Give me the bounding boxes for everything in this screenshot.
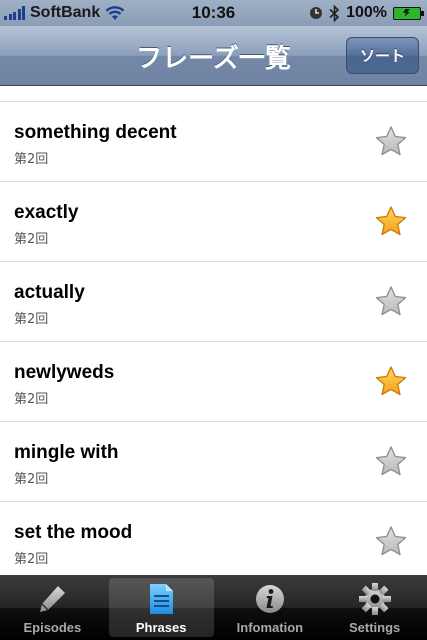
list-item[interactable]: mingle with 第2回	[0, 422, 427, 502]
star-outline-icon[interactable]	[374, 525, 408, 559]
phrase-title: exactly	[14, 202, 79, 223]
list-item[interactable]: exactly 第2回	[0, 182, 427, 262]
phrase-episode: 第2回	[14, 232, 49, 247]
pencil-icon	[40, 586, 66, 612]
phrase-list[interactable]: something decent 第2回 exactly 第2回 actually 第2回…	[0, 87, 427, 575]
battery-percent: 100%	[346, 4, 387, 21]
star-filled-icon[interactable]	[374, 205, 408, 239]
tab-label: Episodes	[23, 620, 82, 635]
star-outline-icon[interactable]	[374, 445, 408, 479]
phrase-title: actually	[14, 282, 85, 303]
star-outline-icon[interactable]	[374, 125, 408, 159]
list-item[interactable]: actually 第2回	[0, 262, 427, 342]
phrase-title: mingle with	[14, 442, 119, 463]
phrase-title: set the mood	[14, 522, 133, 543]
tab-label: Phrases	[135, 620, 187, 635]
tab-label: Settings	[348, 620, 401, 635]
tab-infomation[interactable]: Infomation	[218, 575, 323, 640]
battery-charging-icon	[393, 6, 424, 20]
phrase-episode: 第2回	[14, 152, 49, 167]
star-outline-icon[interactable]	[374, 285, 408, 319]
bluetooth-icon	[329, 4, 340, 22]
phrase-title: newlyweds	[14, 362, 115, 383]
status-bar: SoftBank 10:36 100%	[0, 0, 427, 26]
phrase-episode: 第2回	[14, 392, 49, 407]
phrase-episode: 第2回	[14, 312, 49, 327]
navigation-bar: フレーズ一覧 ソート	[0, 26, 427, 86]
tab-episodes[interactable]: Episodes	[0, 575, 105, 640]
phrase-episode: 第2回	[14, 552, 49, 567]
list-item[interactable]: newlyweds 第2回	[0, 342, 427, 422]
status-right: 100%	[309, 0, 424, 26]
tab-phrases[interactable]: Phrases	[108, 578, 214, 637]
tab-settings[interactable]: Settings	[322, 575, 427, 640]
sort-button[interactable]: ソート	[346, 37, 419, 74]
gear-icon	[358, 583, 391, 615]
list-partial-row	[0, 87, 427, 102]
clock-icon	[310, 7, 323, 19]
phrase-title: something decent	[14, 122, 177, 143]
tab-bar: Episodes Phrases Infomation Settings	[0, 575, 427, 640]
document-icon	[150, 584, 174, 614]
phrase-episode: 第2回	[14, 472, 49, 487]
list-item[interactable]: set the mood 第2回	[0, 502, 427, 575]
info-icon	[255, 585, 284, 613]
tab-label: Infomation	[236, 620, 304, 635]
star-filled-icon[interactable]	[374, 365, 408, 399]
list-item[interactable]: something decent 第2回	[0, 102, 427, 182]
